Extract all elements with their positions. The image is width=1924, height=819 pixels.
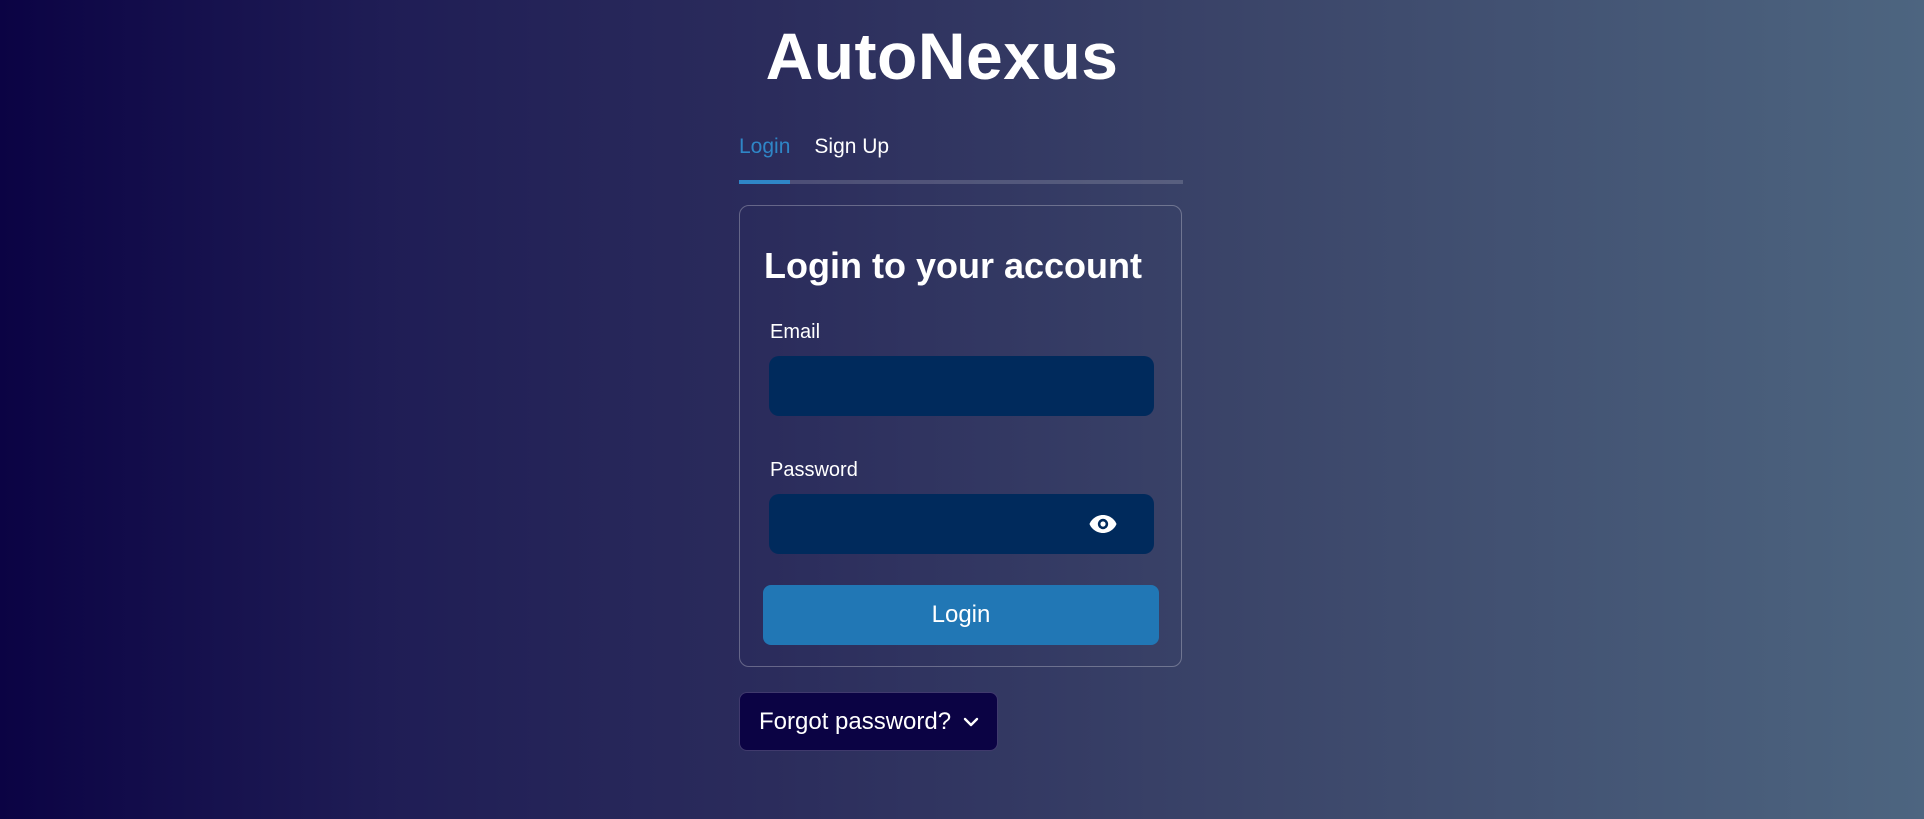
login-card: Login to your account Email Password Log… — [739, 205, 1182, 667]
tab-login[interactable]: Login — [739, 128, 791, 184]
login-heading: Login to your account — [764, 245, 1142, 286]
forgot-password-toggle[interactable]: Forgot password? — [739, 692, 999, 751]
eye-icon — [1089, 515, 1117, 533]
chevron-down-icon — [963, 717, 979, 726]
password-label: Password — [770, 459, 858, 481]
tab-sign-up[interactable]: Sign Up — [814, 128, 889, 180]
email-field[interactable] — [769, 356, 1154, 416]
login-button[interactable]: Login — [763, 585, 1159, 645]
auth-tabs: Login Sign Up — [739, 128, 1183, 184]
forgot-password-label: Forgot password? — [759, 707, 952, 735]
app-title: AutoNexus — [765, 19, 1119, 93]
show-password-toggle[interactable] — [1085, 506, 1121, 542]
email-label: Email — [770, 321, 821, 343]
